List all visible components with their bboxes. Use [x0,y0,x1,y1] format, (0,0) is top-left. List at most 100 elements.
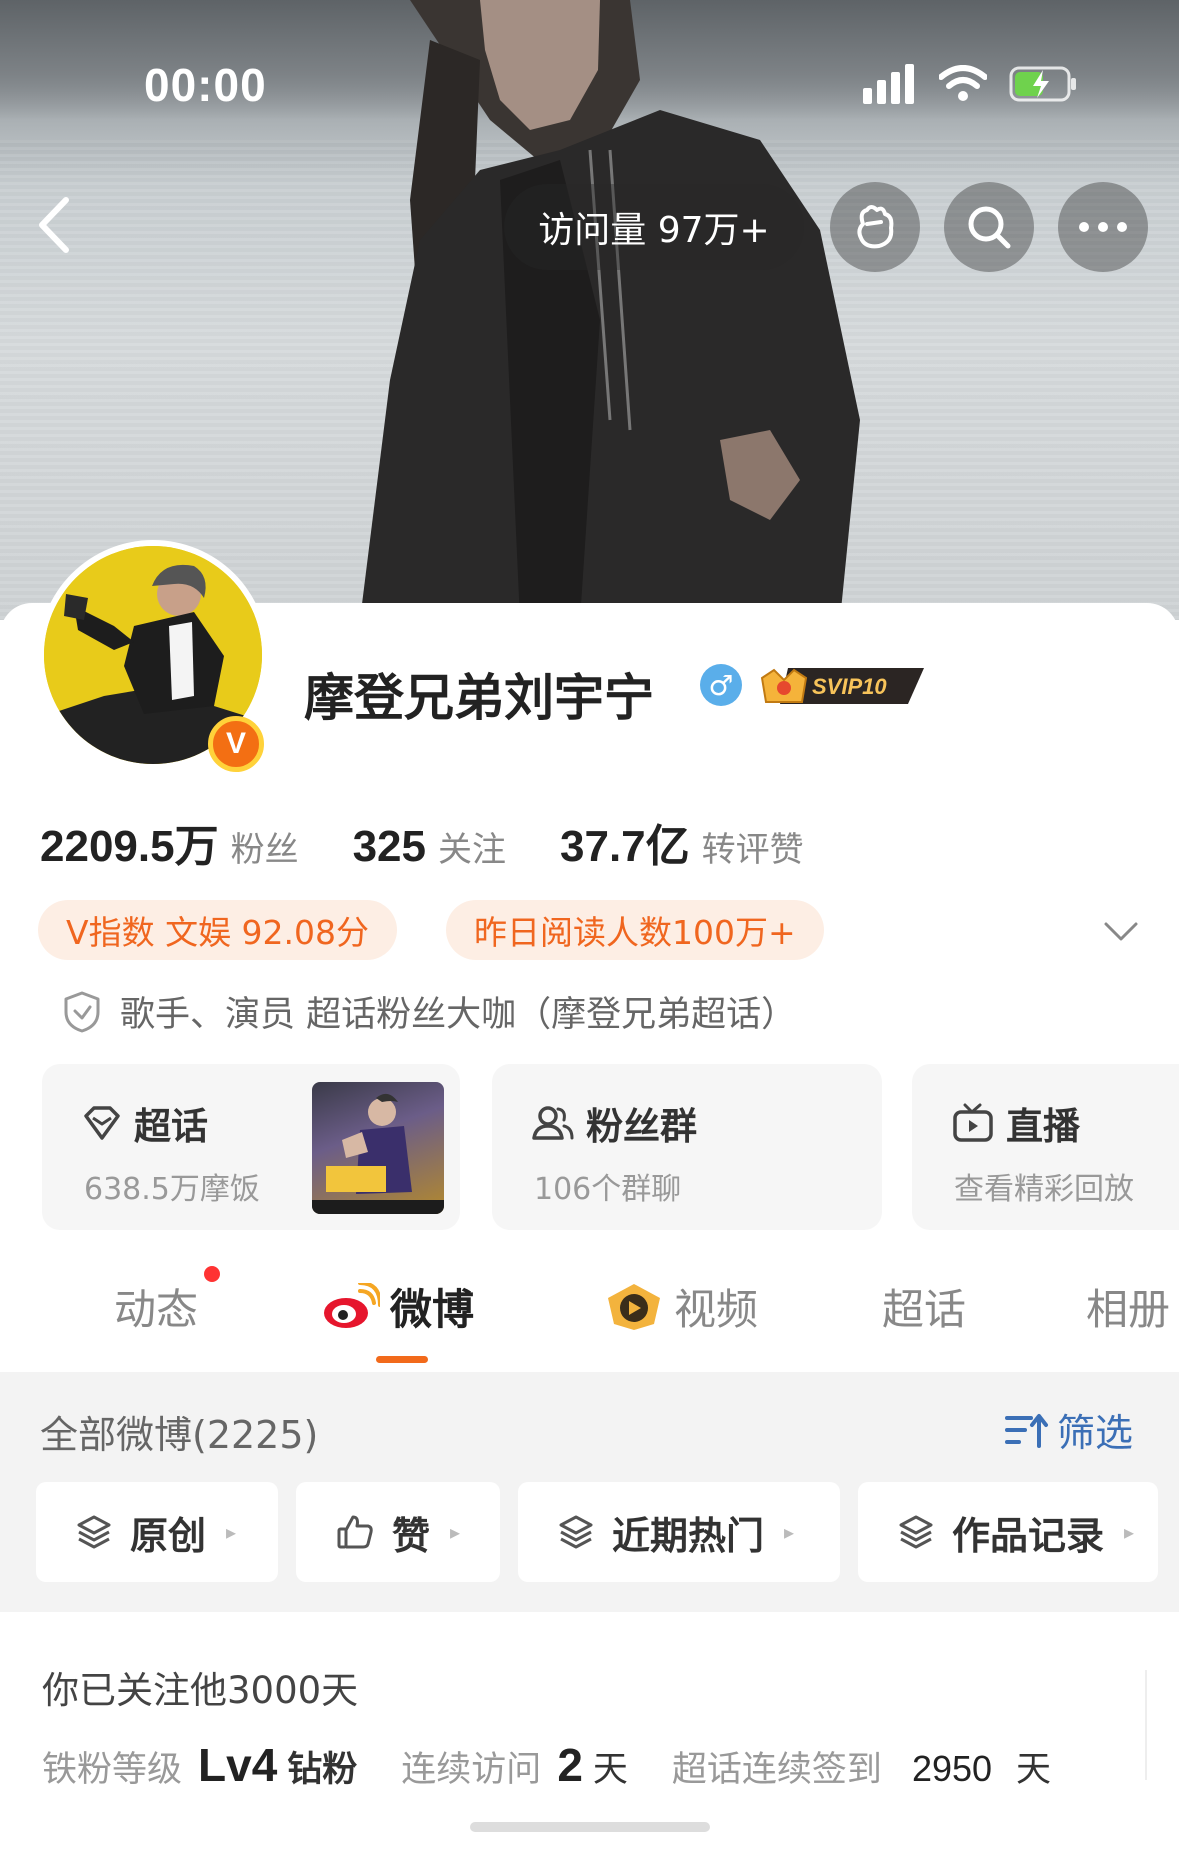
svip-badge[interactable]: SVIP10 [758,660,926,708]
tab-album-label: 相册 [1086,1285,1171,1334]
chip-recent-hot[interactable]: 近期热门 ▸ [518,1482,840,1582]
tv-icon [953,1103,993,1142]
status-icons [863,64,1079,104]
home-indicator [470,1822,710,1832]
visit-streak-label: 连续访问 [401,1750,542,1790]
supertopic-thumbnail [312,1082,444,1214]
supertopic-thumbnail-art [312,1093,444,1214]
vertical-divider [1145,1670,1147,1780]
stat-following[interactable]: 325 关注 [353,822,506,872]
fan-group-title: 粉丝群 [532,1096,697,1150]
fist-button[interactable] [830,182,920,272]
chip-original[interactable]: 原创 ▸ [36,1482,278,1582]
svip-label: SVIP10 [812,674,887,699]
visit-streak-value: 2 [557,1739,583,1791]
caret-right-icon: ▸ [226,1520,237,1544]
visits-count-pill[interactable]: 访问量 97万+ [504,184,804,270]
tab-supertopic[interactable]: 超话 [882,1276,966,1337]
stat-interactions[interactable]: 37.7亿 转评赞 [560,810,804,874]
caret-right-icon: ▸ [1124,1520,1135,1544]
status-time: 00:00 [144,59,267,111]
notification-dot [204,1266,220,1282]
checkin-streak-label: 超话连续签到 [671,1750,882,1790]
search-button[interactable] [944,182,1034,272]
shield-icon [64,991,100,1032]
stat-followers-value: 2209.5万 [40,822,219,871]
tab-video[interactable]: 视频 [604,1276,758,1337]
v-index-pill[interactable]: V指数 文娱 92.08分 [38,900,398,960]
more-button[interactable] [1058,182,1148,272]
reads-text: 昨日阅读人数100万+ [474,913,796,952]
stat-following-value: 325 [352,822,426,871]
caret-right-icon: ▸ [450,1520,461,1544]
fan-group-subtitle: 106个群聊 [534,1172,682,1207]
battery-charging-icon [1009,66,1076,102]
follow-days-text: 你已关注他3000天 [42,1669,359,1712]
visits-count-text: 访问量 97万+ [538,210,770,251]
layers-icon [77,1515,111,1549]
supertopic-card[interactable]: 超话 638.5万摩饭 [42,1064,460,1230]
weibo-logo-icon [324,1282,380,1328]
chevron-down-icon[interactable] [1100,910,1142,952]
live-subtitle: 查看精彩回放 [954,1172,1134,1207]
checkin-streak-unit: 天 [1016,1750,1052,1790]
tab-weibo-label: 微博 [390,1285,475,1334]
stat-interactions-value: 37.7亿 [560,822,690,871]
tab-dynamics[interactable]: 动态 [114,1276,198,1337]
video-badge-icon [608,1283,660,1330]
fan-level-label: 铁粉等级 [42,1750,183,1790]
fan-level-suffix: 钻粉 [287,1750,358,1790]
chip-original-label: 原创 [130,1513,207,1558]
back-arrow-icon [39,197,69,253]
stats-row: 2209.5万 粉丝 325 关注 37.7亿 转评赞 [40,810,858,874]
group-icon [532,1106,574,1140]
v-index-text: V指数 文娱 92.08分 [66,913,370,952]
live-card[interactable]: 直播 查看精彩回放 [912,1064,1179,1230]
more-icon [1079,222,1127,232]
layers-icon [559,1515,593,1549]
fan-level-value: Lv4 [198,1739,278,1791]
stat-interactions-label: 转评赞 [701,830,804,870]
supertopic-subtitle: 638.5万摩饭 [84,1172,260,1207]
stat-followers[interactable]: 2209.5万 粉丝 [40,810,299,874]
visit-streak-unit: 天 [592,1750,628,1790]
caret-right-icon: ▸ [784,1520,795,1544]
all-weibo-title: 全部微博(2225) [40,1413,319,1457]
live-title: 直播 [952,1096,1080,1150]
back-button[interactable] [30,190,80,260]
stat-followers-label: 粉丝 [230,830,299,870]
profile-name: 摩登兄弟刘宇宁 [304,669,654,727]
checkin-streak-value: 2950 [911,1748,993,1789]
filter-button[interactable]: 筛选 [1004,1402,1133,1457]
diamond-icon [84,1106,120,1140]
thumbs-up-icon [337,1515,373,1549]
fan-group-title-text: 粉丝群 [586,1105,697,1148]
tab-dynamics-label: 动态 [114,1285,199,1334]
filter-button-label: 筛选 [1056,1411,1133,1455]
stat-following-label: 关注 [438,830,506,870]
chip-likes-label: 赞 [392,1513,431,1558]
filter-sort-icon [1004,1413,1048,1448]
tab-album[interactable]: 相册 [1086,1276,1170,1337]
fan-level-row: 铁粉等级 Lv4 钻粉 连续访问 2 天 超话连续签到 2950 天 [42,1738,1051,1792]
verification-text: 歌手、演员 超话粉丝大咖（摩登兄弟超话） [120,995,797,1035]
verification-row: 歌手、演员 超话粉丝大咖（摩登兄弟超话） [62,986,796,1037]
search-icon [968,206,1011,249]
tab-supertopic-label: 超话 [882,1285,967,1334]
chip-likes[interactable]: 赞 ▸ [296,1482,500,1582]
chip-recent-hot-label: 近期热门 [612,1513,765,1558]
male-gender-icon: ♂ [700,664,742,706]
live-title-text: 直播 [1006,1105,1080,1148]
active-tab-indicator [376,1356,428,1363]
tab-weibo[interactable]: 微博 [322,1276,474,1337]
fan-group-card[interactable]: 粉丝群 106个群聊 [492,1064,882,1230]
reads-pill[interactable]: 昨日阅读人数100万+ [446,900,824,960]
chip-works-label: 作品记录 [952,1513,1105,1558]
chip-works[interactable]: 作品记录 ▸ [858,1482,1158,1582]
fist-icon [857,205,894,249]
supertopic-title: 超话 [82,1096,208,1150]
supertopic-title-text: 超话 [134,1105,208,1148]
verified-badge: V [208,716,264,772]
wifi-icon [939,65,987,101]
layers-icon [899,1515,933,1549]
